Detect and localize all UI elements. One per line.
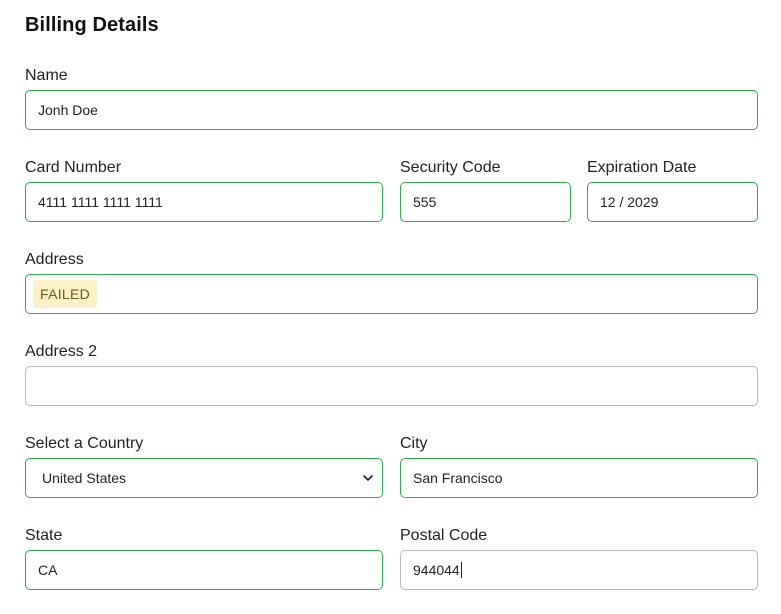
state-input[interactable]: CA (25, 550, 383, 590)
name-field-group: Name Jonh Doe (25, 66, 758, 130)
expiration-date-field-group: Expiration Date 12 / 2029 (587, 158, 758, 222)
city-label: City (400, 435, 428, 452)
name-input[interactable]: Jonh Doe (25, 90, 758, 130)
card-number-label: Card Number (25, 159, 122, 176)
name-label: Name (25, 67, 68, 84)
address2-field-group: Address 2 (25, 342, 758, 406)
security-code-field-group: Security Code 555 (400, 158, 571, 222)
form-title: Billing Details (25, 14, 159, 36)
text-cursor (460, 562, 462, 578)
expiration-date-input[interactable]: 12 / 2029 (587, 182, 758, 222)
address2-label: Address 2 (25, 343, 98, 360)
country-select[interactable]: United States (25, 458, 383, 498)
address-label: Address (25, 251, 84, 268)
chevron-down-icon (362, 472, 374, 484)
city-input[interactable]: San Francisco (400, 458, 758, 498)
city-field-group: City San Francisco (400, 434, 758, 498)
failed-status-badge: FAILED (33, 280, 98, 308)
postal-code-label: Postal Code (400, 527, 488, 544)
postal-code-input-value: 944044 (413, 562, 460, 578)
postal-code-input[interactable]: 944044 (400, 550, 758, 590)
country-label: Select a Country (25, 435, 144, 452)
state-input-value: CA (38, 562, 58, 578)
card-number-field-group: Card Number 4111 1111 1111 1111 (25, 158, 383, 222)
address-input[interactable]: FAILED (25, 274, 758, 314)
security-code-input[interactable]: 555 (400, 182, 571, 222)
country-select-value: United States (42, 470, 127, 486)
expiration-date-label: Expiration Date (587, 159, 697, 176)
state-field-group: State CA (25, 526, 383, 590)
name-input-value: Jonh Doe (38, 102, 98, 118)
card-number-input-value: 4111 1111 1111 1111 (38, 194, 163, 210)
postal-code-field-group: Postal Code 944044 (400, 526, 758, 590)
address-field-group: Address FAILED (25, 250, 758, 314)
card-number-input[interactable]: 4111 1111 1111 1111 (25, 182, 383, 222)
state-label: State (25, 527, 63, 544)
security-code-input-value: 555 (413, 194, 437, 210)
expiration-date-input-value: 12 / 2029 (600, 194, 659, 210)
country-field-group: Select a Country United States (25, 434, 383, 498)
address2-input[interactable] (25, 366, 758, 406)
city-input-value: San Francisco (413, 470, 503, 486)
security-code-label: Security Code (400, 159, 501, 176)
